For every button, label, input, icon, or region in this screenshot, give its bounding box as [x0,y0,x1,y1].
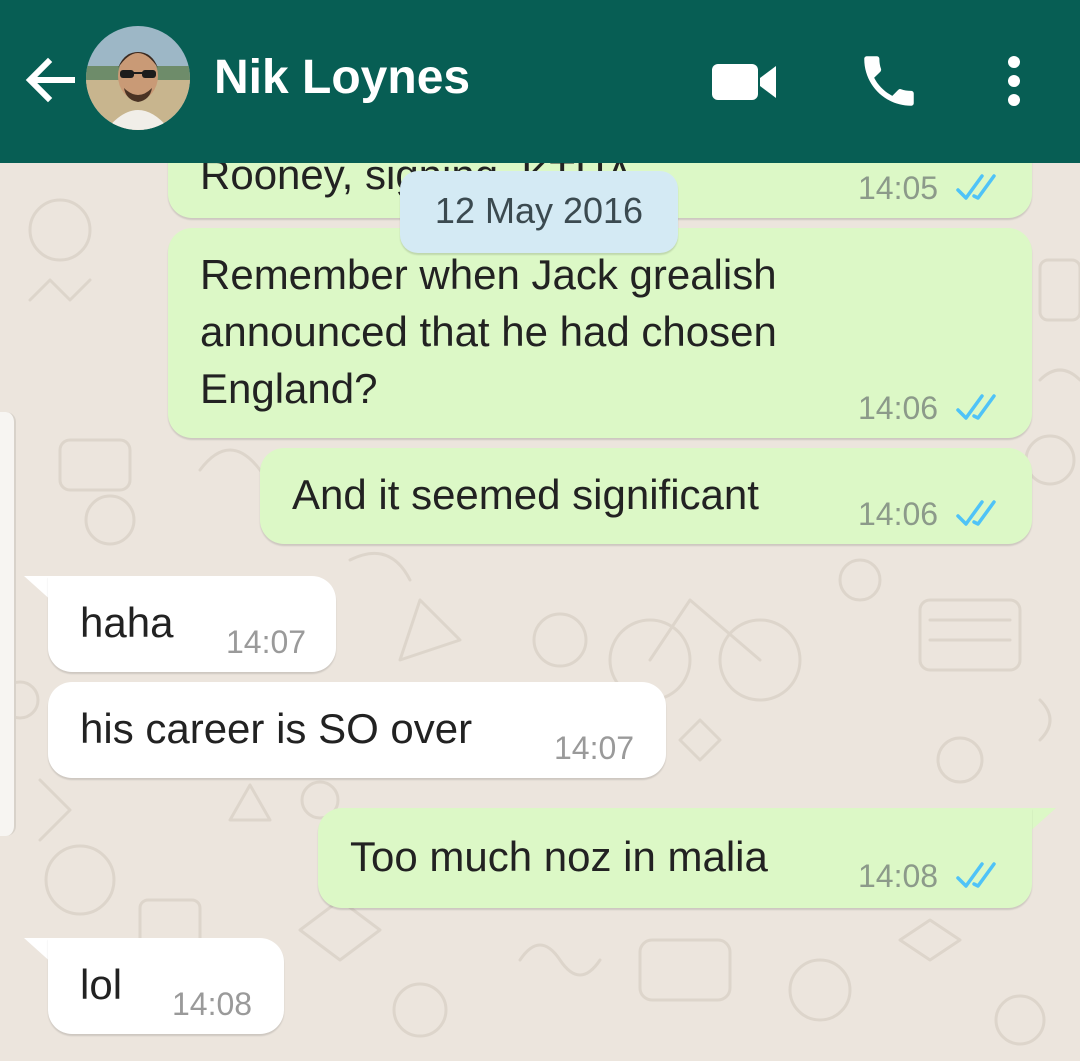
date-divider: 12 May 2016 [400,171,678,253]
message-bubble-outgoing[interactable]: Remember when Jack grealish announced th… [168,228,1032,438]
read-receipt-icon [956,174,996,200]
message-time: 14:08 [172,986,253,1022]
message-text: And it seemed significant [292,471,759,518]
more-vert-icon [1008,56,1020,106]
message-time: 14:08 [858,858,939,894]
conversation-edge-panel [0,412,16,836]
message-text: Remember when Jack grealish announced th… [200,251,777,412]
read-receipt-icon [956,500,996,526]
message-text: haha [80,599,174,646]
more-options-button[interactable] [990,48,1038,114]
chat-header: Nik Loynes [0,0,1080,163]
message-time: 14:07 [554,730,635,766]
message-bubble-incoming[interactable]: his career is SO over 14:07 [48,682,666,778]
video-camera-icon [712,64,776,100]
date-divider-label: 12 May 2016 [434,190,644,231]
message-bubble-outgoing[interactable]: And it seemed significant 14:06 [260,448,1032,544]
message-text: his career is SO over [80,705,473,752]
message-bubble-incoming[interactable]: lol 14:08 [48,938,284,1034]
message-text: lol [80,961,123,1008]
message-time: 14:06 [858,496,939,532]
back-button[interactable] [18,48,82,112]
phone-icon [864,56,914,106]
arrow-left-icon [25,57,75,103]
contact-name[interactable]: Nik Loynes [214,50,470,105]
message-bubble-incoming[interactable]: haha 14:07 [48,576,336,672]
message-time: 14:07 [226,624,307,660]
video-call-button[interactable] [706,50,786,114]
message-bubble-outgoing[interactable]: Too much noz in malia 14:08 [318,808,1032,908]
voice-call-button[interactable] [856,48,922,114]
message-time: 14:05 [858,170,939,206]
contact-avatar[interactable] [86,26,190,130]
message-text: Too much noz in malia [350,833,768,880]
read-receipt-icon [956,394,996,420]
read-receipt-icon [956,862,996,888]
message-time: 14:06 [858,390,939,426]
